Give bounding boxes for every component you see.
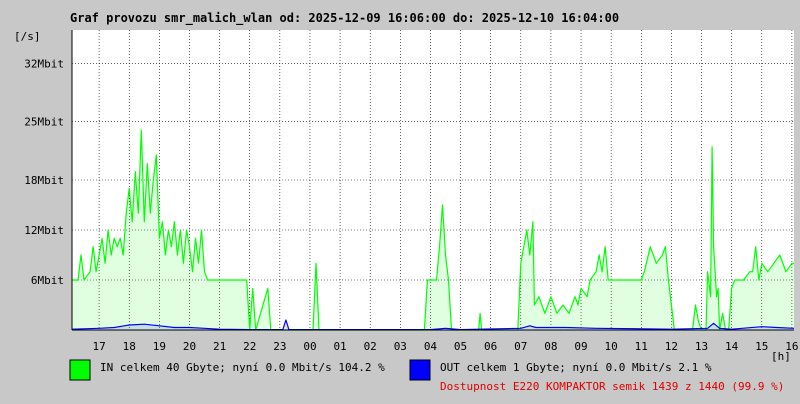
x-tick-label: 21 bbox=[213, 340, 226, 353]
x-tick-label: 07 bbox=[514, 340, 527, 353]
x-tick-label: 12 bbox=[665, 340, 678, 353]
legend-in-swatch bbox=[69, 359, 91, 381]
x-tick-label: 11 bbox=[635, 340, 648, 353]
x-tick-label: 14 bbox=[725, 340, 739, 353]
y-tick-label: 25Mbit bbox=[24, 116, 64, 129]
y-axis-unit-label: [/s] bbox=[14, 30, 41, 43]
x-tick-label: 23 bbox=[273, 340, 286, 353]
chart-title: Graf provozu smr_malich_wlan od: 2025-12… bbox=[70, 11, 619, 26]
x-tick-label: 15 bbox=[755, 340, 768, 353]
x-tick-label: 18 bbox=[123, 340, 136, 353]
legend-in-text: IN celkem 40 Gbyte; nyní 0.0 Mbit/s 104.… bbox=[100, 361, 385, 374]
x-tick-label: 08 bbox=[544, 340, 557, 353]
x-tick-label: 03 bbox=[394, 340, 407, 353]
legend-out-swatch bbox=[409, 359, 431, 381]
x-tick-label: 00 bbox=[303, 340, 316, 353]
x-tick-label: 19 bbox=[153, 340, 166, 353]
x-tick-label: 01 bbox=[333, 340, 346, 353]
y-tick-label: 12Mbit bbox=[24, 224, 64, 237]
traffic-graph-window: Graf provozu smr_malich_wlan od: 2025-12… bbox=[0, 0, 800, 400]
y-tick-label: 32Mbit bbox=[24, 57, 64, 70]
y-tick-label: 6Mbit bbox=[31, 274, 64, 287]
x-tick-label: 04 bbox=[424, 340, 438, 353]
x-tick-label: 20 bbox=[183, 340, 196, 353]
x-tick-label: 09 bbox=[574, 340, 587, 353]
x-tick-label: 06 bbox=[484, 340, 497, 353]
x-tick-label: 22 bbox=[243, 340, 256, 353]
y-tick-label: 18Mbit bbox=[24, 174, 64, 187]
availability-text: Dostupnost E220 KOMPAKTOR semik 1439 z 1… bbox=[440, 380, 784, 393]
x-tick-label: 10 bbox=[605, 340, 618, 353]
x-tick-label: 02 bbox=[364, 340, 377, 353]
x-tick-label: 05 bbox=[454, 340, 467, 353]
x-tick-label: 13 bbox=[695, 340, 708, 353]
x-tick-label: 17 bbox=[92, 340, 105, 353]
x-axis-unit-label: [h] bbox=[771, 350, 791, 363]
traffic-chart: Graf provozu smr_malich_wlan od: 2025-12… bbox=[14, 11, 799, 393]
legend-out-text: OUT celkem 1 Gbyte; nyní 0.0 Mbit/s 2.1 … bbox=[440, 361, 712, 374]
